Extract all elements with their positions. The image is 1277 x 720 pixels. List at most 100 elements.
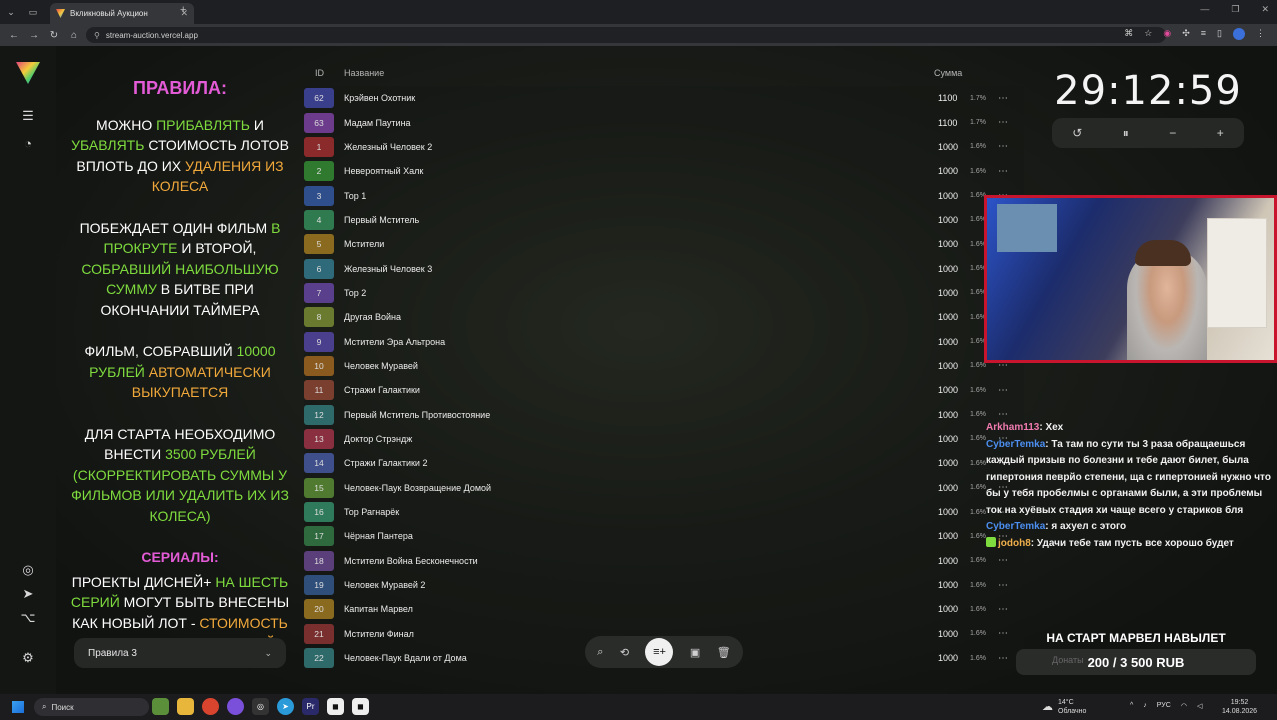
lot-name[interactable]: Железный Человек 3 — [344, 264, 432, 274]
timer-pause-icon[interactable]: ⏸ — [1123, 126, 1129, 141]
lot-menu-icon[interactable]: ⋯ — [998, 385, 1009, 396]
timer-plus-icon[interactable]: + — [1217, 126, 1224, 140]
lot-sum[interactable]: 1000 — [938, 142, 958, 152]
lot-sum[interactable]: 1000 — [938, 434, 958, 444]
table-row[interactable]: 20 Капитан Марвел 1000 1.6% ⋯ — [304, 597, 1024, 622]
back-icon[interactable]: ← — [4, 30, 24, 41]
forward-icon[interactable]: → — [24, 30, 44, 41]
table-row[interactable]: 17 Чёрная Пантера 1000 1.6% ⋯ — [304, 524, 1024, 549]
lot-menu-icon[interactable]: ⋯ — [998, 653, 1009, 664]
reading-list-icon[interactable]: ≡ — [1201, 28, 1206, 40]
taskbar-app-icon[interactable] — [152, 698, 169, 715]
lot-menu-icon[interactable]: ⋯ — [998, 555, 1009, 566]
lot-sum[interactable]: 1000 — [938, 556, 958, 566]
lot-name[interactable]: Мстители Эра Альтрона — [344, 337, 445, 347]
table-row[interactable]: 10 Человек Муравей 1000 1.6% ⋯ — [304, 353, 1024, 379]
telegram-app-icon[interactable]: ➤ — [277, 698, 294, 715]
lot-sum[interactable]: 1000 — [938, 361, 958, 371]
profile-avatar[interactable] — [1233, 28, 1245, 40]
lot-sum[interactable]: 1000 — [938, 629, 958, 639]
save-icon[interactable]: ▣ — [690, 646, 700, 659]
obs-icon[interactable]: ◎ — [252, 698, 269, 715]
lot-name[interactable]: Мадам Паутина — [344, 118, 411, 128]
lot-name[interactable]: Человек Муравей — [344, 361, 418, 371]
lot-name[interactable]: Доктор Стрэндж — [344, 434, 412, 444]
new-tab-icon[interactable]: + — [180, 4, 186, 16]
home-icon[interactable]: ⌂ — [64, 30, 84, 41]
windows-start-icon[interactable] — [12, 701, 24, 713]
shuffle-icon[interactable]: ⟲ — [620, 646, 629, 659]
lot-sum[interactable]: 1000 — [938, 580, 958, 590]
table-row[interactable]: 13 Доктор Стрэндж 1000 1.6% ⋯ — [304, 426, 1024, 452]
lot-name[interactable]: Железный Человек 2 — [344, 142, 432, 152]
settings-gear-icon[interactable]: ⚙ — [20, 650, 36, 666]
side-panel-icon[interactable]: ▯ — [1217, 28, 1222, 40]
lot-name[interactable]: Невероятный Халк — [344, 166, 423, 176]
lot-sum[interactable]: 1000 — [938, 191, 958, 201]
volume-icon[interactable]: ◁ — [1197, 702, 1202, 710]
lot-name[interactable]: Тор 1 — [344, 191, 366, 201]
lot-menu-icon[interactable]: ⋯ — [998, 141, 1009, 152]
site-info-icon[interactable]: ⚲ — [94, 31, 100, 40]
github-icon[interactable]: ⌥ — [20, 610, 36, 626]
lot-sum[interactable]: 1000 — [938, 215, 958, 225]
table-row[interactable]: 18 Мстители Война Бесконечности 1000 1.6% ⋯ — [304, 548, 1024, 573]
lot-sum[interactable]: 1000 — [938, 288, 958, 298]
timer-reset-icon[interactable]: ↺ — [1072, 126, 1082, 140]
timer-minus-icon[interactable]: − — [1169, 126, 1176, 140]
browser-tab[interactable]: Вкликновый Аукцион ✕ — [50, 3, 194, 24]
lot-menu-icon[interactable]: ⋯ — [998, 93, 1009, 104]
lot-sum[interactable]: 1000 — [938, 653, 958, 663]
file-explorer-icon[interactable] — [177, 698, 194, 715]
table-row[interactable]: 6Железный Человек 310001.6%⋯ — [304, 256, 1024, 281]
table-row[interactable]: 3Тор 110001.6%⋯ — [304, 183, 1024, 208]
search-icon[interactable]: ⌕ — [597, 646, 603, 659]
list-view-icon[interactable]: ☰ — [20, 108, 36, 124]
weather-widget[interactable]: ☁ 14°C Облачно — [1042, 698, 1086, 716]
app-icon-2[interactable]: ◼ — [352, 698, 369, 715]
language-indicator[interactable]: РУС — [1157, 702, 1171, 710]
table-row[interactable]: 4Первый Мститель10001.6%⋯ — [304, 207, 1024, 233]
taskbar-search[interactable]: ⌕ Поиск — [34, 698, 149, 716]
lot-menu-icon[interactable]: ⋯ — [998, 166, 1009, 177]
lot-menu-icon[interactable]: ⋯ — [998, 628, 1009, 639]
lot-sum[interactable]: 1000 — [938, 337, 958, 347]
extensions-puzzle-icon[interactable]: ✣ — [1182, 28, 1190, 40]
lot-menu-icon[interactable]: ⋯ — [998, 580, 1009, 591]
table-row[interactable]: 8Другая Война10001.6%⋯ — [304, 305, 1024, 330]
lot-sum[interactable]: 1000 — [938, 483, 958, 493]
rules-preset-select[interactable]: Правила 3 ⌄ — [74, 638, 286, 668]
lot-name[interactable]: Мстители Финал — [344, 629, 414, 639]
lot-menu-icon[interactable]: ⋯ — [998, 117, 1009, 128]
add-lot-icon[interactable]: ≡+ — [645, 638, 674, 666]
history-icon[interactable]: ◔ — [20, 136, 36, 152]
lot-name[interactable]: Другая Война — [344, 312, 401, 322]
table-row[interactable]: 5Мстители10001.6%⋯ — [304, 232, 1024, 257]
lot-name[interactable]: Первый Мститель Противостояние — [344, 410, 490, 420]
lot-name[interactable]: Чёрная Пантера — [344, 531, 413, 541]
lot-sum[interactable]: 1100 — [938, 93, 957, 103]
lot-name[interactable]: Крэйвен Охотник — [344, 93, 415, 103]
lot-name[interactable]: Человек Муравей 2 — [344, 580, 425, 590]
tray-arrow-icon[interactable]: ^ — [1130, 702, 1133, 710]
table-row[interactable]: 12 Первый Мститель Противостояние 1000 1.6%… — [304, 402, 1024, 427]
menu-kebab-icon[interactable]: ⋮ — [1256, 28, 1265, 40]
lot-sum[interactable]: 1000 — [938, 385, 958, 395]
tab-group-icon[interactable]: ▭ — [22, 0, 44, 24]
lot-sum[interactable]: 1000 — [938, 531, 958, 541]
telegram-icon[interactable]: ➤ — [20, 586, 36, 602]
taskbar-clock[interactable]: 19:52 14.08.2026 — [1222, 698, 1257, 716]
chrome-icon[interactable] — [202, 698, 219, 715]
lot-name[interactable]: Тор Рагнарёк — [344, 507, 399, 517]
lot-sum[interactable]: 1000 — [938, 312, 958, 322]
trash-icon[interactable]: 🗑 — [717, 646, 731, 659]
table-row[interactable]: 19 Человек Муравей 2 1000 1.6% ⋯ — [304, 572, 1024, 598]
table-row[interactable]: 9Мстители Эра Альтрона10001.6%⋯ — [304, 329, 1024, 354]
lot-sum[interactable]: 1000 — [938, 458, 958, 468]
reload-icon[interactable]: ↻ — [44, 30, 64, 41]
table-row[interactable]: 63 Мадам Паутина 1100 1.7% ⋯ — [304, 110, 1024, 135]
table-row[interactable]: 11 Стражи Галактики 1000 1.6% ⋯ — [304, 378, 1024, 403]
translate-icon[interactable]: ⌘ — [1124, 28, 1133, 40]
lot-menu-icon[interactable]: ⋯ — [998, 409, 1009, 420]
premiere-icon[interactable]: Pr — [302, 698, 319, 715]
